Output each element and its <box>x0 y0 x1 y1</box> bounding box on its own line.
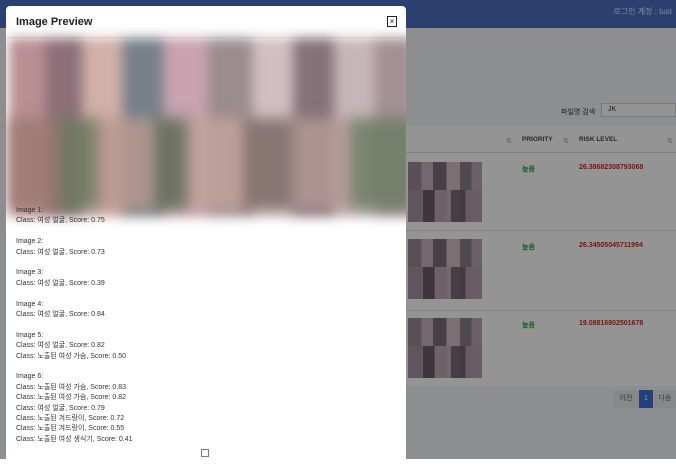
image-preview-modal: Image Preview × Image 1: Class: 여성 얼굴, S… <box>6 6 406 466</box>
class-score-line: Class: 여성 얼굴, Score: 0.82 <box>16 342 105 350</box>
blurred-preview-image-overlay <box>9 118 406 210</box>
class-score-line: Class: 여성 얼굴, Score: 0.75 <box>16 217 105 225</box>
checkbox[interactable] <box>201 449 209 457</box>
image-result-title: Image 1: <box>16 207 44 214</box>
detection-results: Image 1: Class: 여성 얼굴, Score: 0.75 Image… <box>16 206 396 445</box>
modal-title: Image Preview <box>16 16 93 28</box>
class-score-line: Class: 노출된 여성 가슴, Score: 0.82 <box>16 394 127 402</box>
class-score-line: Class: 노출된 여성 가슴, Score: 0.83 <box>16 383 127 391</box>
image-result-title: Image 2: <box>16 238 44 246</box>
modal-header: Image Preview × <box>6 6 406 38</box>
class-score-line: Class: 노출된 여성 가슴, Score: 0.50 <box>16 352 127 360</box>
image-result-title: Image 4: <box>16 300 44 308</box>
class-score-line: Class: 노출된 여성 생식기, Score: 0.41 <box>16 435 133 443</box>
image-result-title: Image 5: <box>16 331 44 339</box>
class-score-line: Class: 여성 얼굴, Score: 0.39 <box>16 279 105 287</box>
close-button[interactable]: × <box>387 16 397 27</box>
image-result-title: Image 3: <box>16 269 44 277</box>
image-result-title: Image 6: <box>16 373 44 381</box>
class-score-line: Class: 여성 얼굴, Score: 0.73 <box>16 248 105 256</box>
class-score-line: Class: 노출된 겨드랑이, Score: 0.55 <box>16 425 125 433</box>
class-score-line: Class: 여성 얼굴, Score: 0.79 <box>16 404 105 412</box>
class-score-line: Class: 노출된 겨드랑이, Score: 0.72 <box>16 415 125 423</box>
class-score-line: Class: 여성 얼굴, Score: 0.84 <box>16 311 105 319</box>
